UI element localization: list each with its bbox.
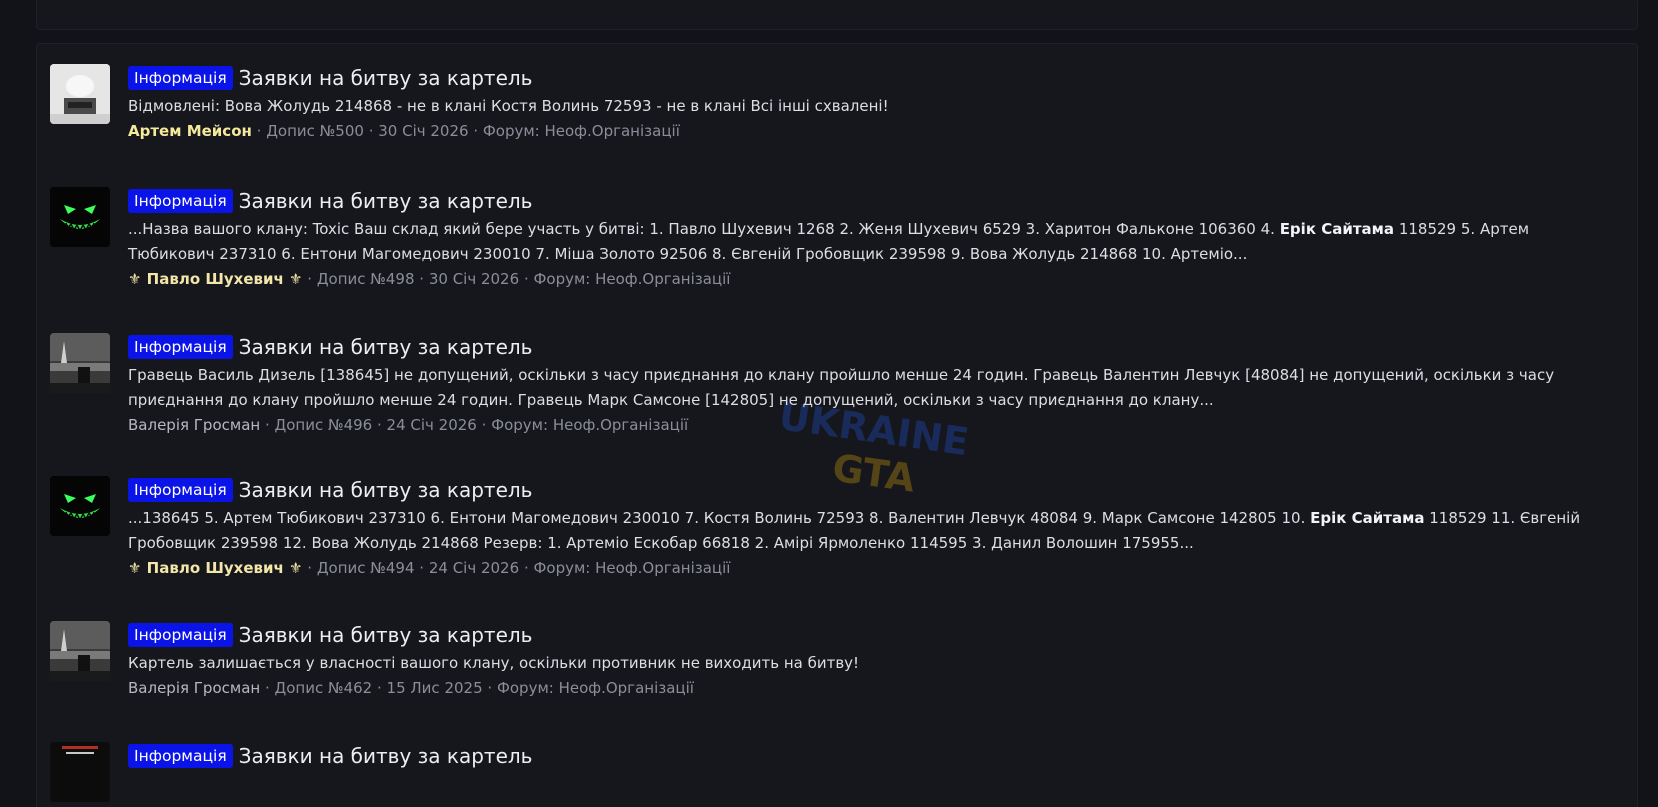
prefix-badge[interactable]: Інформація	[128, 744, 233, 768]
avatar-image	[50, 742, 110, 802]
search-results-page: UKRAINE GTA Інформація Заявки на битву з…	[0, 0, 1658, 807]
result-meta: ⚜ Павло Шухевич ⚜ · Допис №494 · 24 Січ …	[128, 559, 731, 577]
author-link[interactable]: Валерія Гросман	[128, 416, 260, 434]
green-grin-avatar[interactable]	[50, 187, 110, 247]
post-date: 24 Січ 2026	[428, 559, 520, 577]
post-number-link[interactable]: Допис №500	[266, 122, 364, 140]
prefix-badge[interactable]: Інформація	[128, 623, 233, 647]
result-content: Інформація Заявки на битву за картель Ка…	[128, 621, 1608, 701]
result-title-link[interactable]: Заявки на битву за картель	[239, 623, 533, 647]
result-title-row: Інформація Заявки на битву за картель	[128, 333, 1608, 361]
result-title-link[interactable]: Заявки на битву за картель	[239, 744, 533, 768]
search-results-list: UKRAINE GTA Інформація Заявки на битву з…	[36, 43, 1638, 807]
cat-photo-avatar[interactable]	[50, 64, 110, 124]
result-title-row: Інформація Заявки на битву за картель	[128, 64, 1608, 92]
post-date: 30 Січ 2026	[428, 270, 520, 288]
snippet-text: Картель залишається у власності вашого к…	[128, 654, 860, 672]
poster-avatar[interactable]	[50, 742, 110, 802]
prefix-badge[interactable]: Інформація	[128, 66, 233, 90]
result-meta: ⚜ Павло Шухевич ⚜ · Допис №498 · 30 Січ …	[128, 270, 731, 288]
prefix-badge[interactable]: Інформація	[128, 189, 233, 213]
post-date: 24 Січ 2026	[386, 416, 477, 434]
result-meta: Валерія Гросман · Допис №496 · 24 Січ 20…	[128, 416, 689, 434]
result-title-row: Інформація Заявки на битву за картель	[128, 621, 1608, 649]
result-snippet: Картель залишається у власності вашого к…	[128, 651, 1608, 676]
result-title-row: Інформація Заявки на битву за картель	[128, 476, 1608, 504]
result-title-row: Інформація Заявки на битву за картель	[128, 742, 1608, 770]
highlighted-term: Ерік Сайтама	[1279, 220, 1395, 238]
prefix-badge[interactable]: Інформація	[128, 478, 233, 502]
result-title-row: Інформація Заявки на битву за картель	[128, 187, 1608, 215]
highlighted-term: Ерік Сайтама	[1310, 509, 1425, 527]
result-title-link[interactable]: Заявки на битву за картель	[239, 66, 533, 90]
author-link[interactable]: ⚜ Павло Шухевич ⚜	[128, 559, 302, 577]
post-date: 15 Лис 2025	[386, 679, 483, 697]
result-content: Інформація Заявки на битву за картель	[128, 742, 1608, 770]
post-number-link[interactable]: Допис №498	[317, 270, 415, 288]
result-snippet: ...Назва вашого клану: Toxic Ваш склад я…	[128, 217, 1608, 267]
snippet-text: ...Назва вашого клану: Toxic Ваш склад я…	[128, 220, 1280, 238]
result-content: Інформація Заявки на битву за картель Гр…	[128, 333, 1608, 438]
city-night-avatar[interactable]	[50, 621, 110, 681]
result-title-link[interactable]: Заявки на битву за картель	[239, 335, 533, 359]
forum-link[interactable]: Форум: Неоф.Організації	[483, 122, 680, 140]
result-meta: Артем Мейсон · Допис №500 · 30 Січ 2026 …	[128, 122, 680, 140]
result-snippet: Гравець Василь Дизель [138645] не допуще…	[128, 363, 1608, 413]
avatar-image	[50, 476, 110, 536]
post-date: 30 Січ 2026	[378, 122, 469, 140]
snippet-text: ...138645 5. Артем Тюбикович 237310 6. Е…	[128, 509, 1311, 527]
result-title-link[interactable]: Заявки на битву за картель	[239, 189, 533, 213]
post-number-link[interactable]: Допис №462	[275, 679, 373, 697]
avatar-image	[50, 187, 110, 247]
result-meta: Валерія Гросман · Допис №462 · 15 Лис 20…	[128, 679, 694, 697]
forum-link[interactable]: Форум: Неоф.Організації	[533, 559, 730, 577]
result-content: Інформація Заявки на битву за картель ..…	[128, 187, 1608, 292]
author-link[interactable]: Артем Мейсон	[128, 122, 252, 140]
forum-link[interactable]: Форум: Неоф.Організації	[497, 679, 694, 697]
prefix-badge[interactable]: Інформація	[128, 335, 233, 359]
avatar-image	[50, 64, 110, 124]
forum-link[interactable]: Форум: Неоф.Організації	[533, 270, 730, 288]
result-content: Інформація Заявки на битву за картель Ві…	[128, 64, 1608, 144]
result-snippet: ...138645 5. Артем Тюбикович 237310 6. Е…	[128, 506, 1608, 556]
author-link[interactable]: ⚜ Павло Шухевич ⚜	[128, 270, 302, 288]
green-grin-avatar[interactable]	[50, 476, 110, 536]
post-number-link[interactable]: Допис №494	[317, 559, 415, 577]
forum-link[interactable]: Форум: Неоф.Організації	[491, 416, 688, 434]
snippet-text: Відмовлені: Вова Жолудь 214868 - не в кл…	[128, 97, 889, 115]
avatar-image	[50, 621, 110, 681]
snippet-text: Гравець Василь Дизель [138645] не допуще…	[128, 366, 1555, 409]
post-number-link[interactable]: Допис №496	[275, 416, 373, 434]
author-link[interactable]: Валерія Гросман	[128, 679, 260, 697]
result-content: Інформація Заявки на битву за картель ..…	[128, 476, 1608, 581]
result-title-link[interactable]: Заявки на битву за картель	[239, 478, 533, 502]
result-snippet: Відмовлені: Вова Жолудь 214868 - не в кл…	[128, 94, 1608, 119]
previous-panel-edge	[36, 0, 1638, 30]
avatar-image	[50, 333, 110, 393]
city-night-avatar[interactable]	[50, 333, 110, 393]
